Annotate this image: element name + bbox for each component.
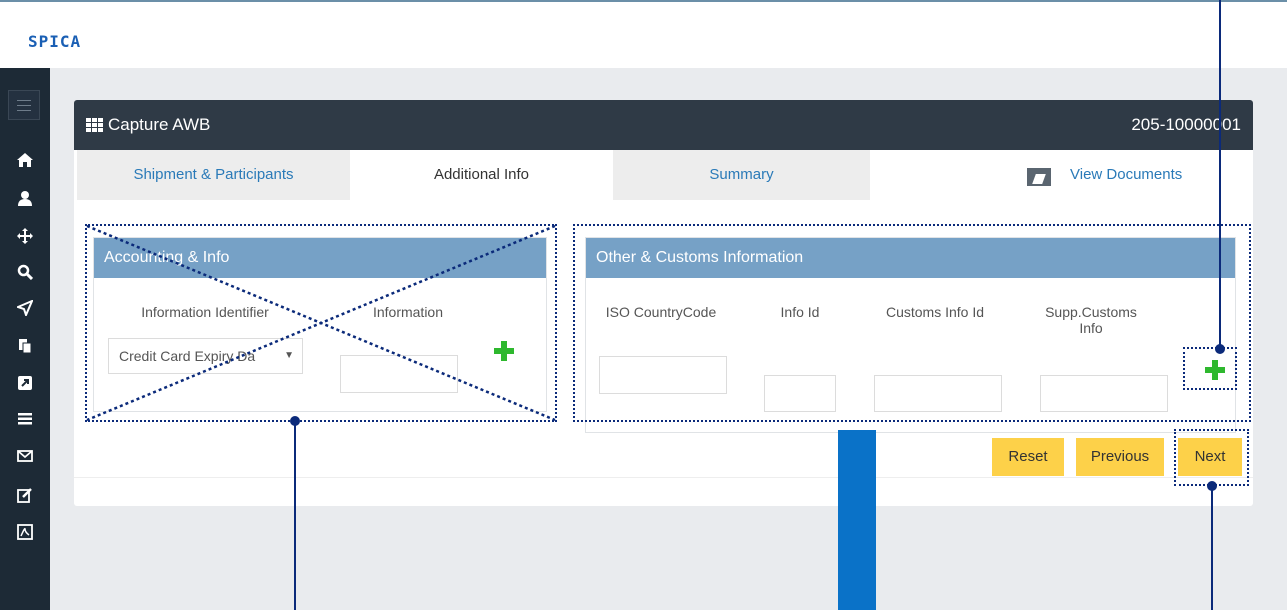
annotation-blue-bar	[838, 430, 876, 610]
reset-button[interactable]: Reset	[992, 438, 1064, 476]
annotation-cross-icon	[86, 224, 556, 422]
external-link-icon[interactable]	[15, 375, 35, 395]
home-icon[interactable]	[15, 152, 35, 172]
tab-bar: Shipment & Participants Additional Info …	[74, 150, 1253, 200]
panel-header: Capture AWB 205-10000001	[74, 100, 1253, 150]
envelope-icon[interactable]	[15, 449, 35, 469]
awb-number: 205-10000001	[1131, 115, 1241, 134]
grid-icon	[86, 118, 103, 132]
edit-icon[interactable]	[15, 487, 35, 507]
annotation-box-add-customs	[1183, 347, 1237, 390]
documents-icon[interactable]	[1027, 168, 1051, 186]
annotation-dot-next	[1207, 481, 1217, 491]
send-icon[interactable]	[15, 299, 35, 320]
tab-summary[interactable]: Summary	[613, 150, 870, 200]
annotation-box-customs	[573, 224, 1251, 422]
annotation-box-next	[1174, 429, 1249, 486]
copy-icon[interactable]	[15, 338, 35, 358]
user-icon[interactable]	[15, 190, 35, 210]
list-icon[interactable]	[15, 412, 35, 432]
spica-logo[interactable]: SPICA	[28, 32, 81, 51]
annotation-line-add-customs	[1219, 0, 1221, 350]
move-icon[interactable]	[15, 227, 35, 247]
annotation-dot-add-customs	[1215, 344, 1225, 354]
annotation-line-next	[1211, 486, 1213, 610]
annotation-dot-accounting	[290, 416, 300, 426]
tab-additional-info[interactable]: Additional Info	[350, 150, 613, 200]
menu-toggle-icon[interactable]	[8, 90, 40, 120]
pdf-icon[interactable]	[15, 524, 35, 544]
panel-footer-divider	[74, 477, 1253, 478]
view-documents-link[interactable]: View Documents	[1070, 166, 1182, 183]
page-title: Capture AWB	[108, 115, 211, 134]
annotation-line-accounting	[294, 422, 296, 610]
top-bar: SPICA	[0, 2, 1287, 68]
previous-button[interactable]: Previous	[1076, 438, 1164, 476]
tab-shipment-participants[interactable]: Shipment & Participants	[77, 150, 350, 200]
search-icon[interactable]	[15, 264, 35, 284]
sidebar	[0, 68, 50, 610]
